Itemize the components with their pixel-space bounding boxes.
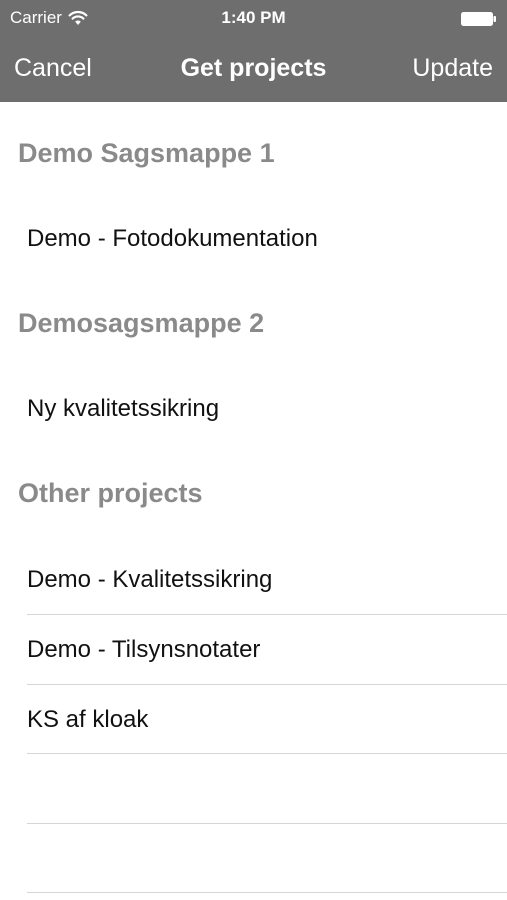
row-separator [27, 823, 507, 824]
list-item-label: Demo - Kvalitetssikring [27, 566, 273, 593]
nav-bar: Cancel Get projects Update [0, 36, 507, 102]
row-separator [27, 753, 507, 754]
screen: Carrier 1:40 PM Cancel Get projects Upda… [0, 0, 507, 900]
list-item-label: Ny kvalitetssikring [27, 395, 220, 422]
list-item-ny-kvalitetssikring[interactable]: Ny kvalitetssikring [0, 374, 507, 443]
row-separator [27, 892, 507, 893]
list-item-label: KS af kloak [27, 706, 149, 733]
section-header-other-projects: Other projects [18, 478, 203, 508]
status-time: 1:40 PM [221, 8, 286, 27]
list-item-label: Demo - Tilsynsnotater [27, 636, 261, 663]
update-button[interactable]: Update [412, 54, 493, 83]
list-item-demo-fotodokumentation[interactable]: Demo - Fotodokumentation [0, 204, 507, 273]
section-header-demosagsmappe-2: Demosagsmappe 2 [18, 308, 265, 338]
list-item-demo-kvalitetssikring[interactable]: Demo - Kvalitetssikring [0, 545, 507, 614]
status-bar: Carrier 1:40 PM [0, 0, 507, 36]
section-header-demo-sagsmappe-1: Demo Sagsmappe 1 [18, 138, 275, 168]
list-item-demo-tilsynsnotater[interactable]: Demo - Tilsynsnotater [0, 615, 507, 684]
list-item-ks-af-kloak[interactable]: KS af kloak [0, 685, 507, 754]
battery-icon [461, 12, 496, 26]
top-bar: Carrier 1:40 PM Cancel Get projects Upda… [0, 0, 507, 102]
project-list: Demo Sagsmappe 1 Demo - Fotodokumentatio… [0, 102, 507, 900]
list-item-label: Demo - Fotodokumentation [27, 225, 318, 252]
